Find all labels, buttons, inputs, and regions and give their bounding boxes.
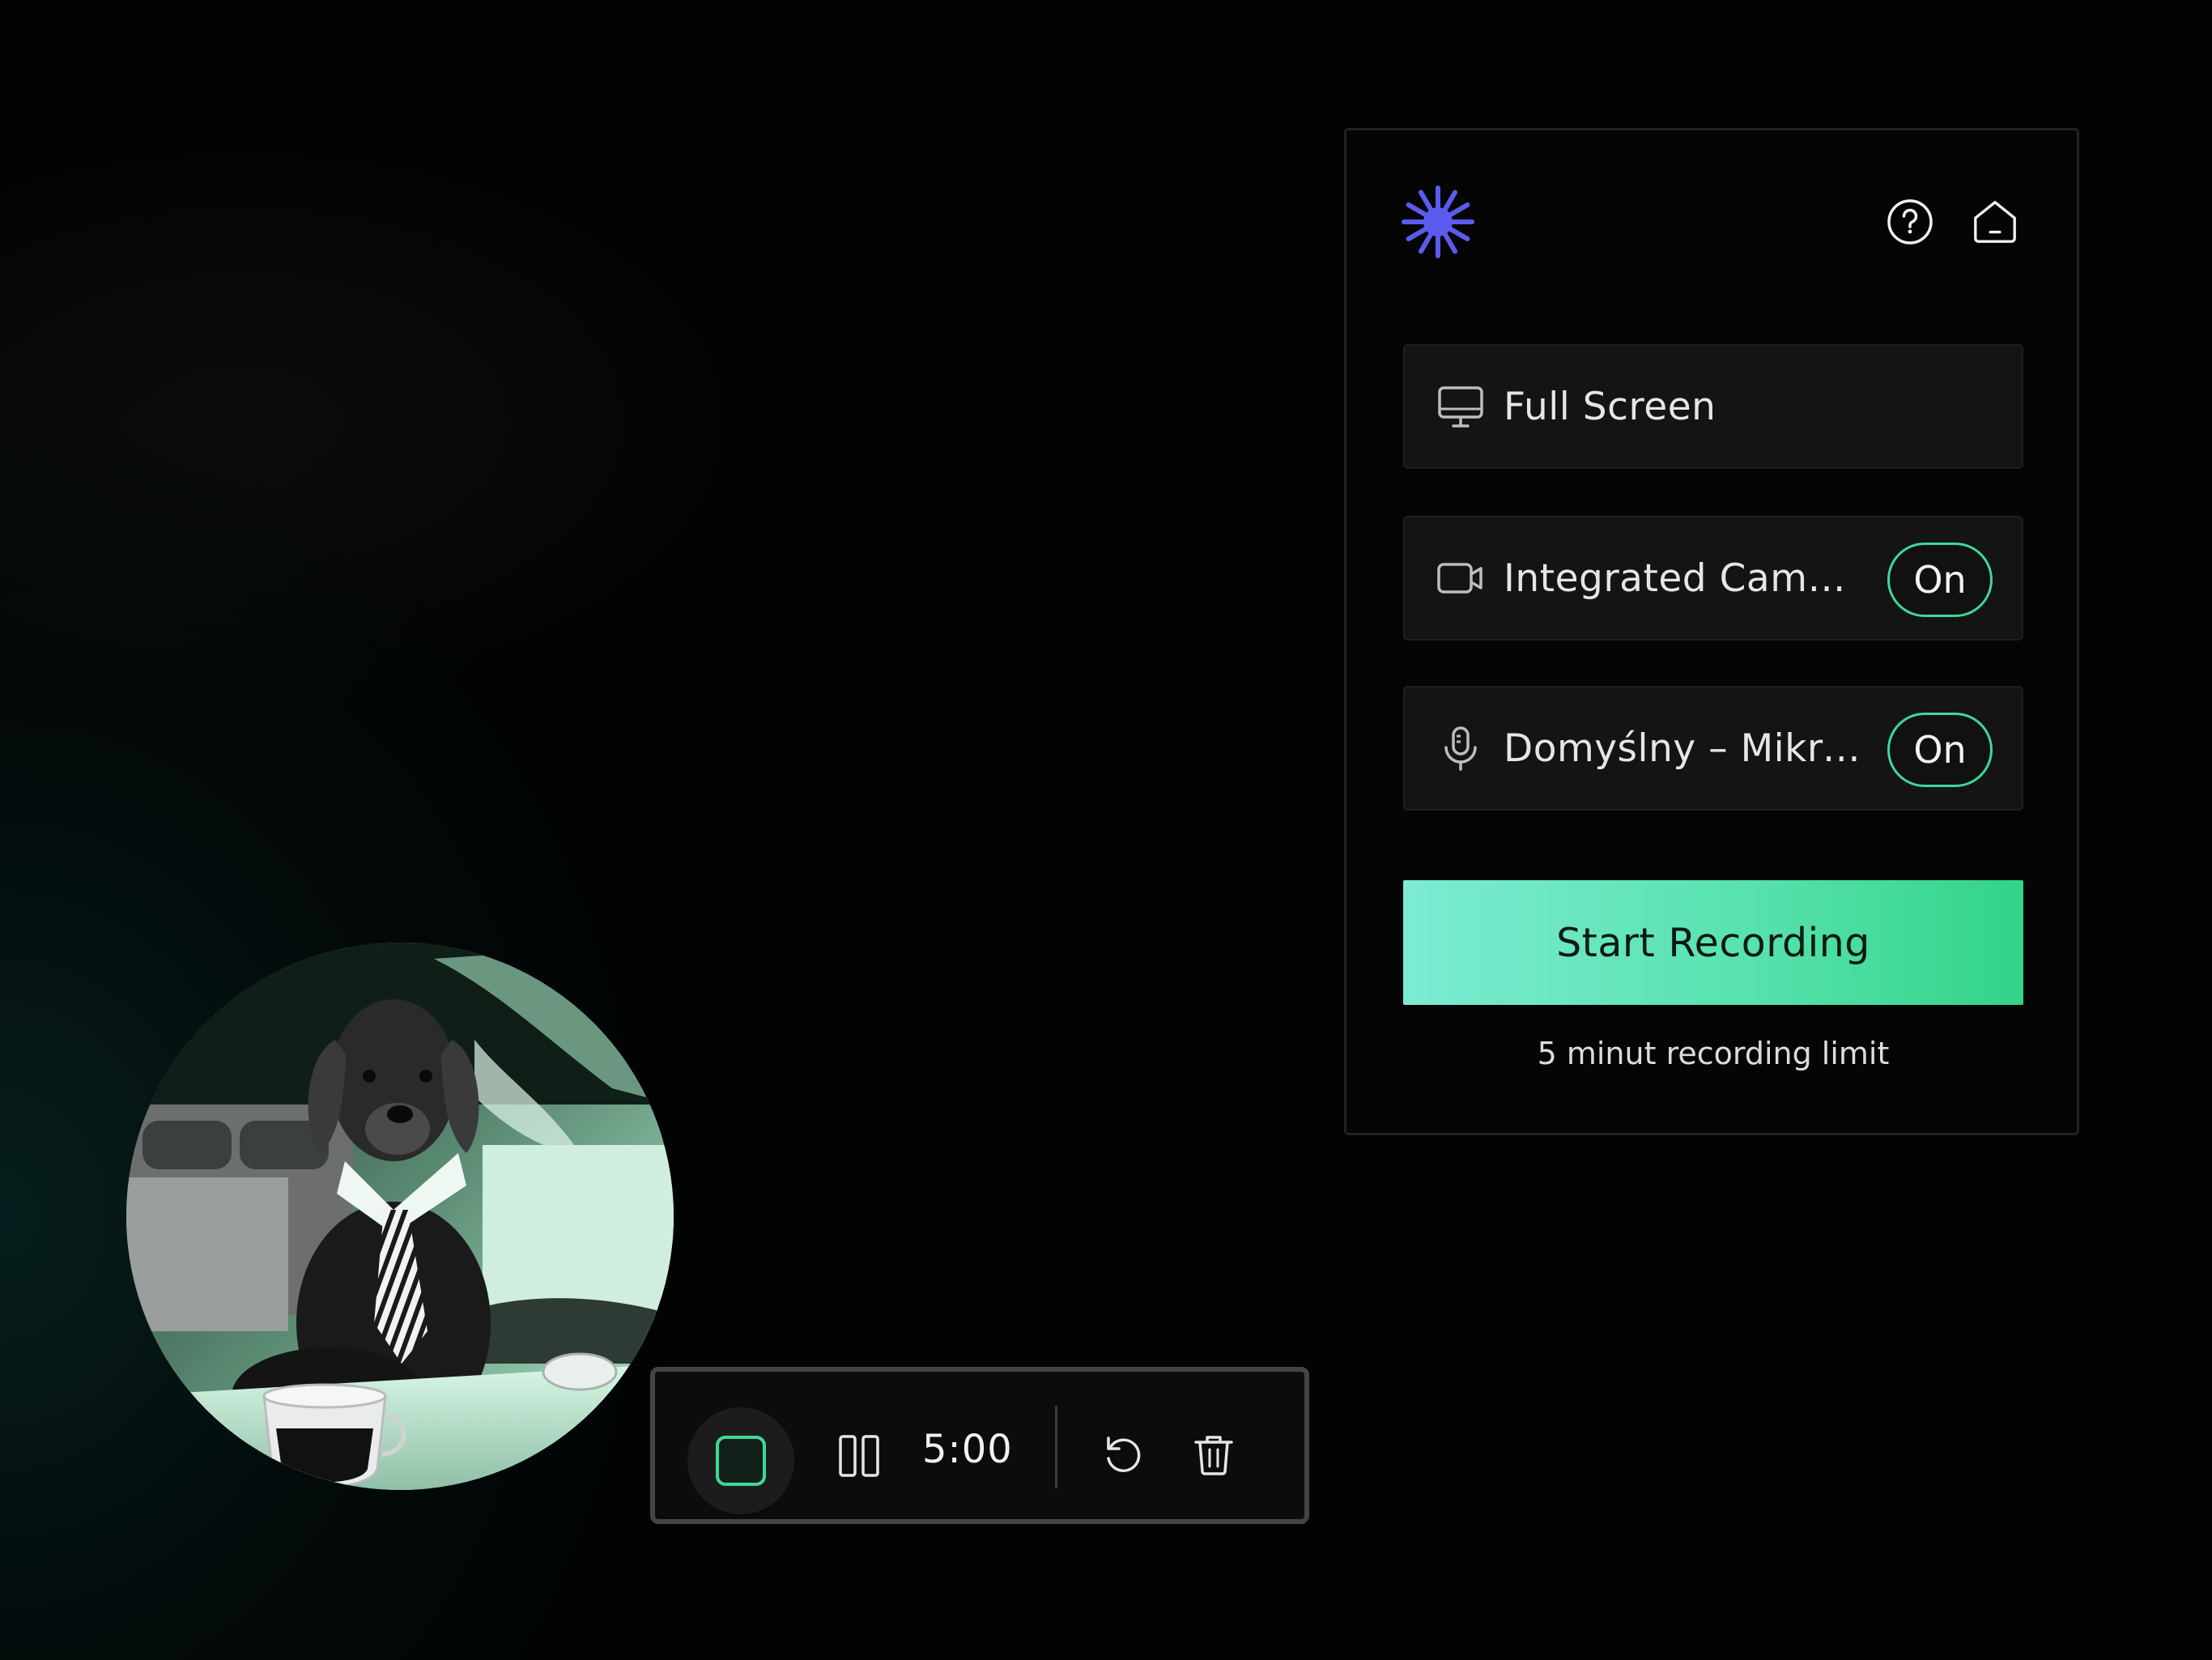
recorder-panel: Full Screen Integrated Camera On Domyśln… (1344, 128, 2079, 1135)
webcam-preview-image (126, 943, 674, 1490)
pause-icon (839, 1435, 879, 1477)
camera-source-row[interactable]: Integrated Camera On (1403, 516, 2023, 641)
logo-ray (1419, 229, 1435, 254)
monitor-icon (1436, 381, 1486, 432)
recording-limit-note: 5 minut recording limit (1537, 1036, 1890, 1071)
camera-preview-bubble[interactable] (126, 943, 674, 1490)
question-circle-icon (1887, 199, 1933, 245)
logo-ray (1441, 189, 1457, 215)
logo-ray (1406, 202, 1431, 219)
help-button[interactable] (1886, 198, 1934, 246)
stop-icon (716, 1436, 766, 1486)
desktop-background: Full Screen Integrated Camera On Domyśln… (0, 0, 2212, 1660)
logo-ray (1419, 189, 1435, 215)
logo-ray (1441, 229, 1457, 254)
camera-source-label: Integrated Camera (1504, 555, 1860, 601)
video-camera-icon (1436, 553, 1486, 603)
microphone-source-label: Domyślny – Mikrofon (1504, 726, 1868, 771)
restart-button[interactable] (1099, 1430, 1147, 1479)
asterisk-logo-icon (1402, 185, 1474, 258)
stop-button[interactable] (687, 1407, 794, 1514)
home-button[interactable] (1971, 198, 2019, 246)
recording-timer: 5:00 (922, 1427, 1013, 1472)
logo-ray (1445, 225, 1470, 241)
logo-ray (1406, 225, 1431, 241)
microphone-icon (1436, 723, 1486, 773)
logo-ray (1445, 202, 1470, 219)
delete-button[interactable] (1189, 1430, 1238, 1479)
screen-source-label: Full Screen (1504, 384, 1716, 429)
camera-toggle[interactable]: On (1887, 543, 1993, 617)
screen-source-select[interactable]: Full Screen (1403, 344, 2023, 469)
pause-button[interactable] (833, 1430, 885, 1482)
trash-icon (1194, 1436, 1233, 1475)
microphone-toggle[interactable]: On (1887, 713, 1993, 787)
restart-icon (1107, 1437, 1141, 1472)
microphone-source-row[interactable]: Domyślny – Mikrofon On (1403, 686, 2023, 811)
start-recording-button[interactable]: Start Recording (1403, 880, 2023, 1005)
home-icon (1974, 201, 2016, 243)
recording-control-bar: 5:00 (650, 1367, 1309, 1524)
control-divider (1055, 1406, 1057, 1488)
